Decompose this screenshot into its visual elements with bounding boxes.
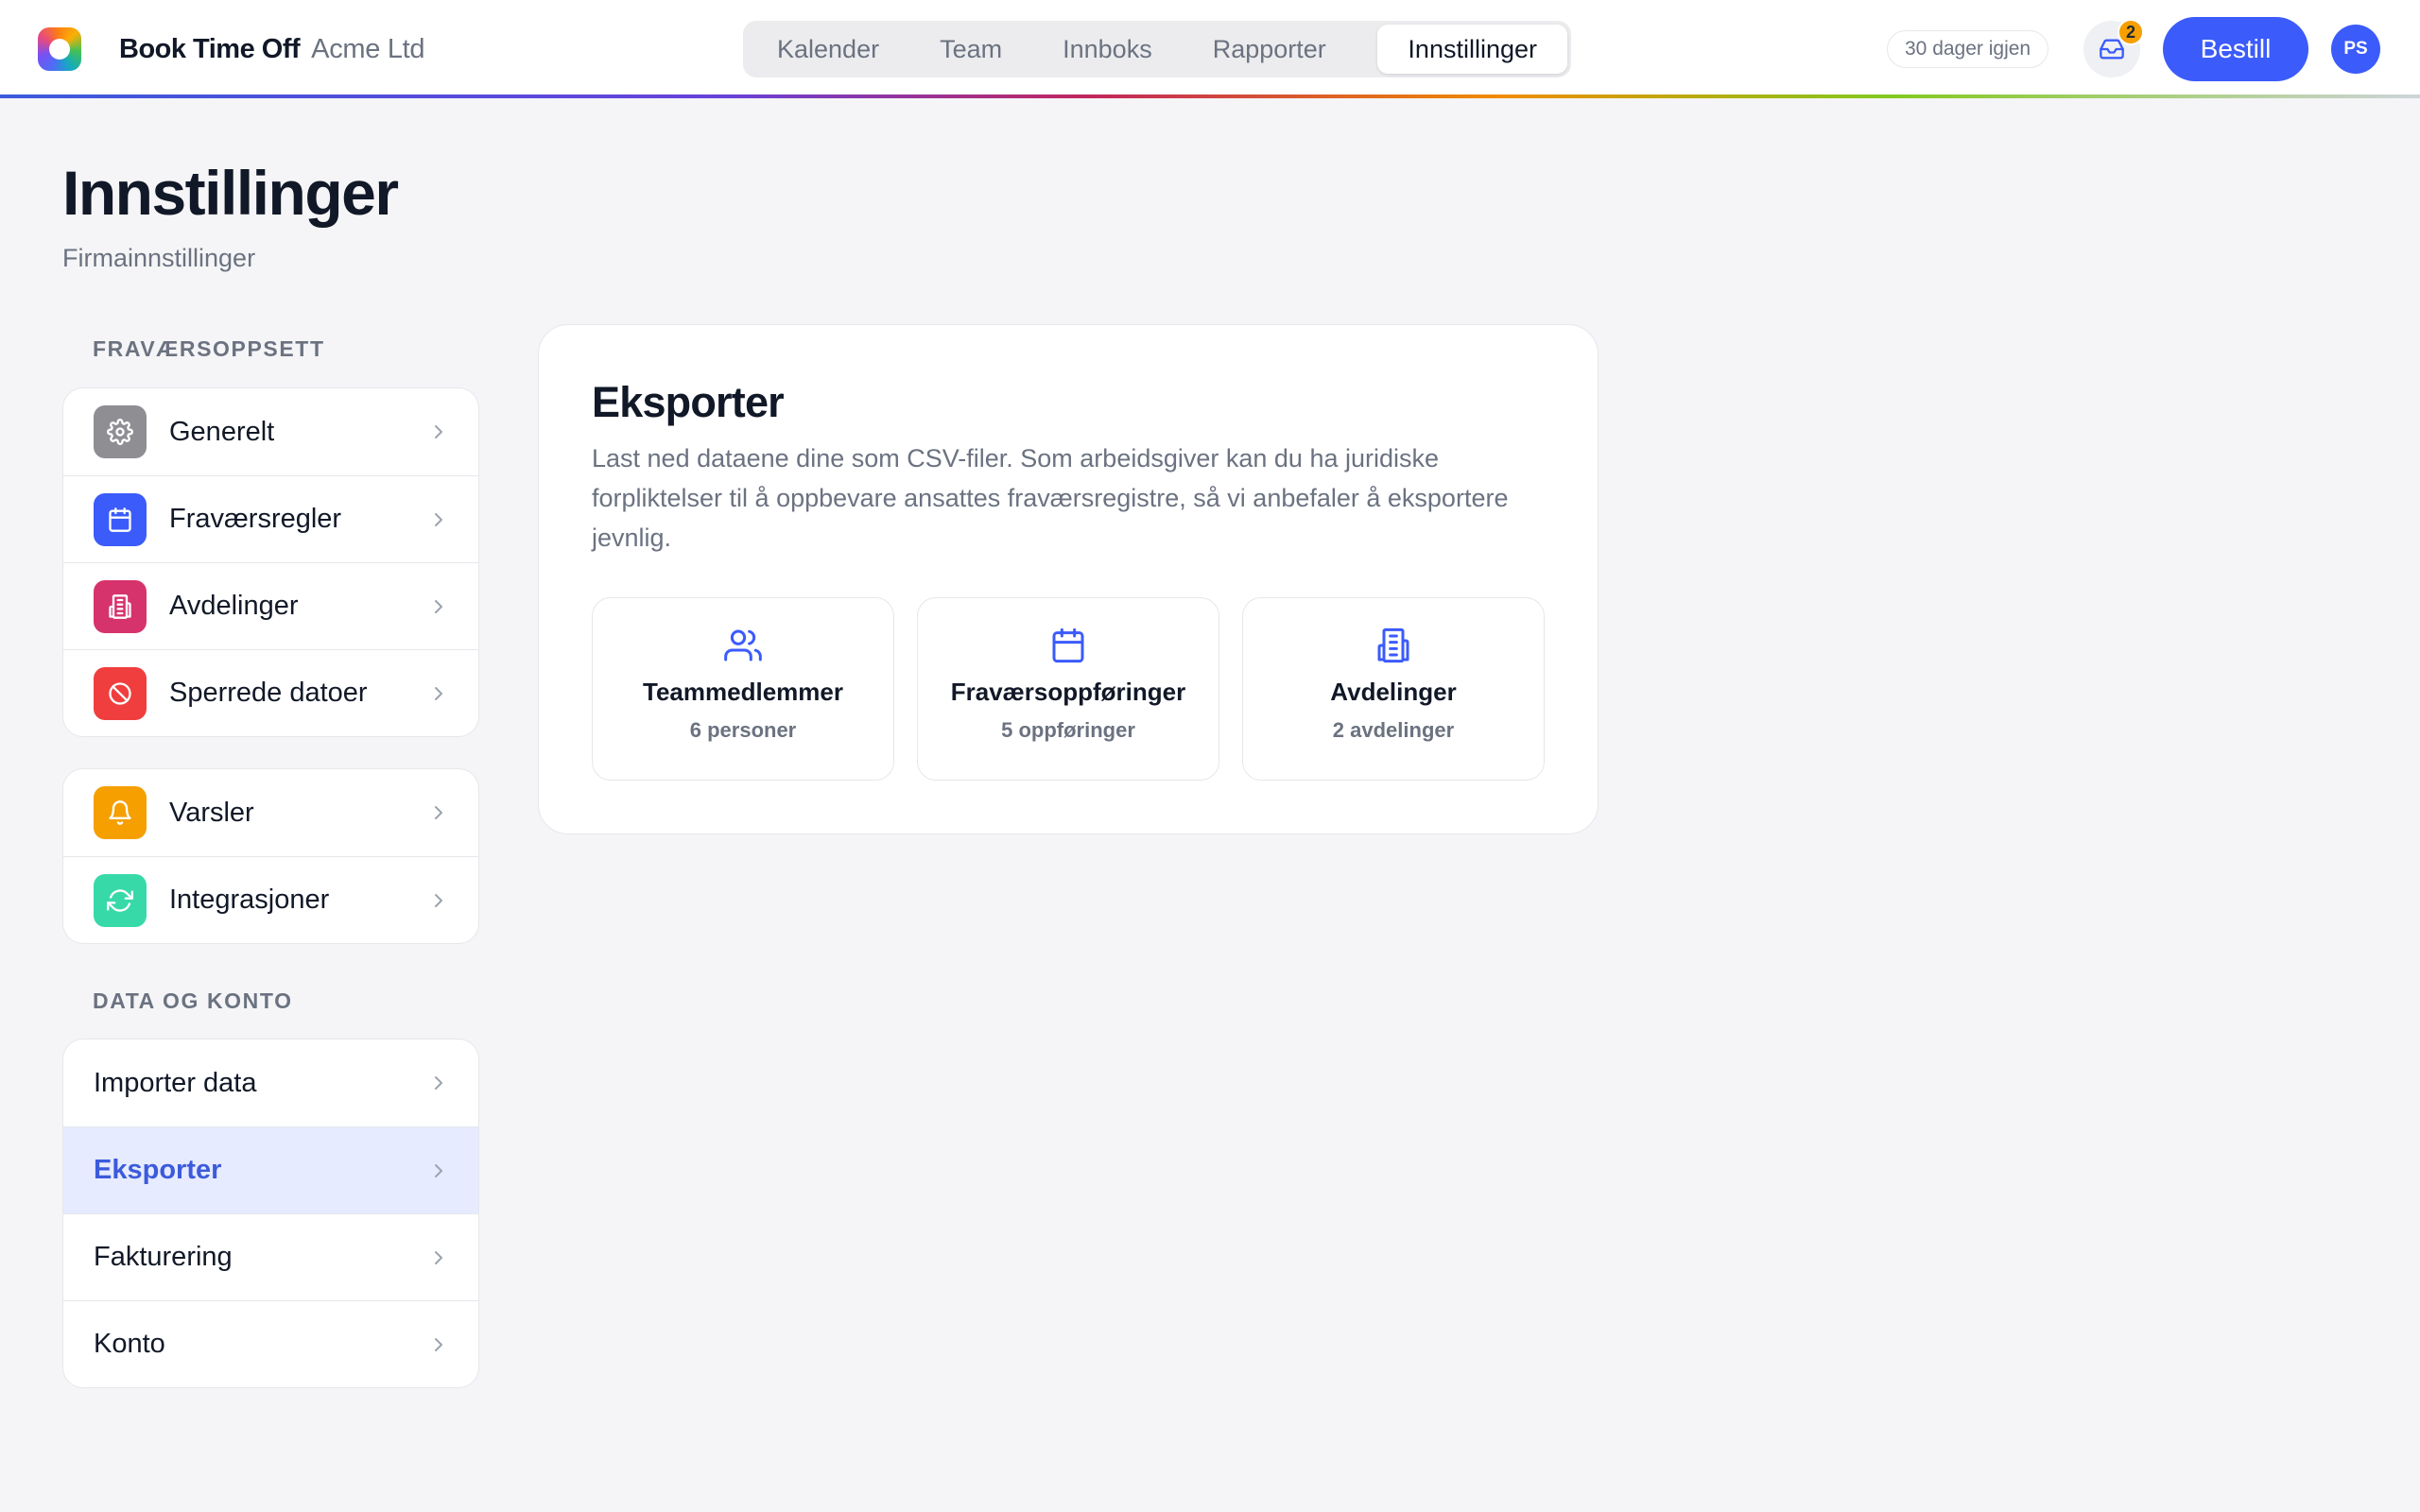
order-button[interactable]: Bestill [2163,17,2308,81]
inbox-button[interactable]: 2 [2083,19,2144,77]
sidebar-item-label: Sperrede datoer [169,678,368,708]
export-tile-count: 2 avdelinger [1332,718,1455,742]
building-icon [1377,627,1409,663]
trial-badge[interactable]: 30 dager igjen [1887,30,2049,68]
tab-calendar[interactable]: Kalender [747,25,909,74]
section-label-leave-setup: FRAVÆRSOPPSETT [93,336,325,361]
export-tile-title: Teammedlemmer [643,678,843,706]
sidebar-item-integrations[interactable]: Integrasjoner [63,856,478,943]
sidebar-item-label: Generelt [169,416,275,447]
menu-group-notifications: Varsler Integrasjoner [62,768,479,944]
app-name: Book Time Off [119,33,301,64]
sidebar-item-import-data[interactable]: Importer data [63,1040,478,1126]
export-title: Eksporter [592,378,785,426]
menu-group-data-account: Importer data Eksporter Fakturering Kont… [62,1039,479,1388]
export-tile-title: Fraværsoppføringer [950,678,1186,706]
tab-settings[interactable]: Innstillinger [1377,25,1567,74]
sidebar-item-export[interactable]: Eksporter [63,1126,478,1213]
sidebar-item-label: Integrasjoner [169,885,330,915]
export-departments-button[interactable]: Avdelinger 2 avdelinger [1242,597,1545,781]
sidebar-item-leave-rules[interactable]: Fraværsregler [63,475,478,562]
sidebar-item-notifications[interactable]: Varsler [63,769,478,856]
sidebar-item-label: Avdelinger [169,591,299,621]
chevron-right-icon [435,1251,442,1264]
sidebar-item-label: Fraværsregler [169,504,342,534]
main-nav: Kalender Team Innboks Rapporter Innstill… [743,21,1571,77]
sidebar-item-label: Konto [94,1329,165,1359]
calendar-icon [1052,627,1084,663]
chevron-right-icon [435,1076,442,1090]
tab-inbox[interactable]: Innboks [1032,25,1183,74]
chevron-right-icon [435,806,442,819]
calendar-icon [94,492,147,546]
sidebar-item-label: Fakturering [94,1242,233,1272]
gear-icon [94,405,147,458]
chevron-right-icon [435,1338,442,1351]
export-leave-entries-button[interactable]: Fraværsoppføringer 5 oppføringer [917,597,1219,781]
chevron-right-icon [435,1164,442,1177]
block-icon [94,666,147,720]
sidebar-item-blocked-dates[interactable]: Sperrede datoer [63,649,478,736]
brand[interactable]: Book Time Off Acme Ltd [38,25,425,74]
inbox-count-badge: 2 [2118,19,2144,45]
export-team-members-button[interactable]: Teammedlemmer 6 personer [592,597,894,781]
sidebar-item-account[interactable]: Konto [63,1300,478,1387]
top-bar: Book Time Off Acme Ltd Kalender Team Inn… [0,0,2420,98]
export-card: Eksporter Last ned dataene dine som CSV-… [538,324,1599,834]
menu-group-leave-setup: Generelt Fraværsregler Avdelinger Sperre… [62,387,479,737]
tab-reports[interactable]: Rapporter [1183,25,1357,74]
export-description: Last ned dataene dine som CSV-filer. Som… [592,444,1509,552]
chevron-right-icon [435,425,442,438]
page-title: Innstillinger [62,158,399,228]
sidebar-item-label: Importer data [94,1067,257,1098]
section-label-data-account: DATA OG KONTO [93,988,293,1013]
avatar[interactable]: PS [2331,25,2380,74]
export-tile-count: 5 oppføringer [1001,718,1135,742]
company-name: Acme Ltd [311,33,425,64]
sidebar-item-departments[interactable]: Avdelinger [63,562,478,649]
app-logo [38,27,81,71]
chevron-right-icon [435,600,442,613]
sidebar-item-billing[interactable]: Fakturering [63,1213,478,1300]
page-subtitle: Firmainnstillinger [62,244,256,272]
chevron-right-icon [435,513,442,526]
tab-team[interactable]: Team [909,25,1032,74]
bell-icon [94,786,147,839]
chevron-right-icon [435,687,442,700]
users-icon [724,629,762,662]
sidebar-item-general[interactable]: Generelt [63,388,478,475]
building-icon [94,579,147,633]
sidebar-item-label: Varsler [169,797,254,828]
export-tile-count: 6 personer [689,718,797,742]
sidebar-item-label: Eksporter [94,1155,222,1185]
export-tile-title: Avdelinger [1330,678,1457,706]
sync-icon [94,873,147,927]
chevron-right-icon [435,894,442,907]
topbar-gradient-divider [0,94,2420,98]
